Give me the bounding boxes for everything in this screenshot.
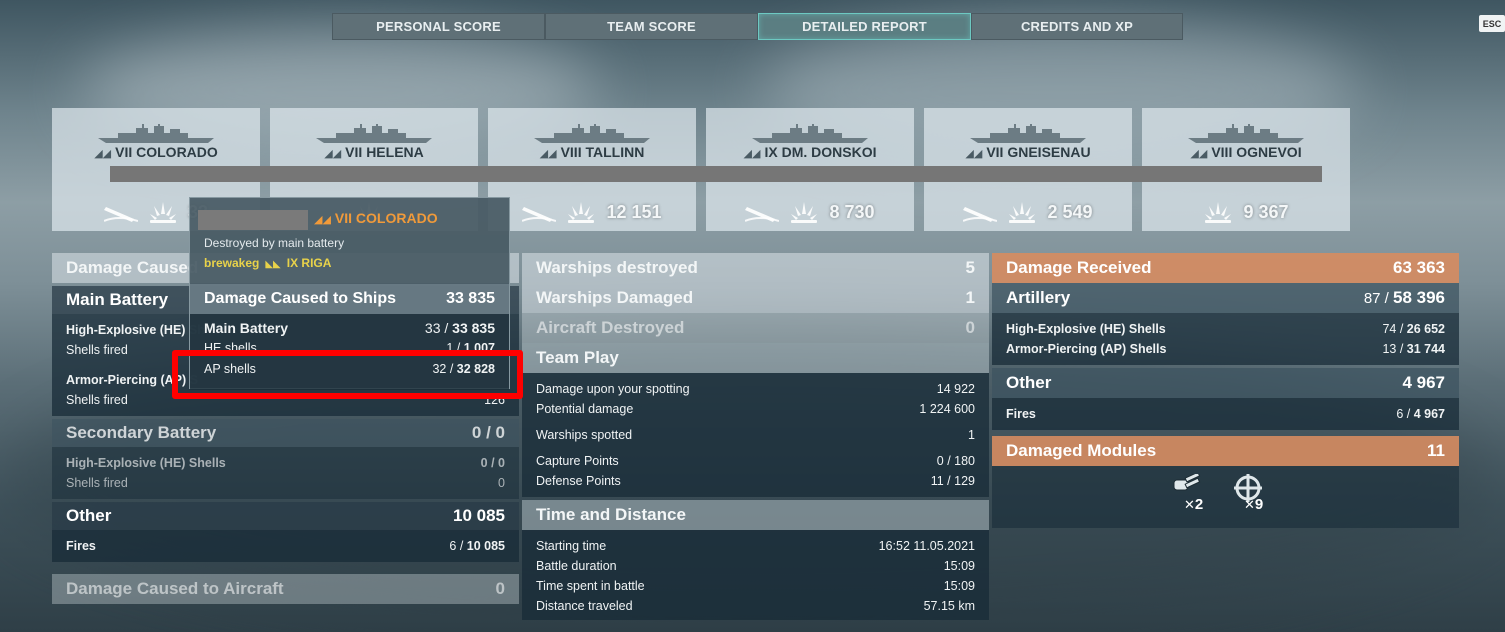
damaged-modules-header: Damaged Modules 11 (992, 436, 1459, 466)
damage-caused-aircraft-header: Damage Caused to Aircraft 0 (52, 574, 519, 604)
received-ap-row: Armor-Piercing (AP) Shells 13 / 31 744 (1006, 342, 1445, 356)
received-he-row: High-Explosive (HE) Shells 74 / 26 652 (1006, 322, 1445, 336)
tooltip-main-battery-row: Main Battery 33 / 33 835 (204, 320, 495, 336)
time-distance-header: Time and Distance (522, 500, 989, 530)
damage-splash-icon (1007, 200, 1037, 224)
main-battery-label: Main Battery (66, 290, 169, 309)
damage-caused-label: Damage Caused (66, 258, 199, 277)
capture-points-row: Capture Points 0 / 180 (536, 454, 975, 468)
killer-info: brewakeg ◣◣ IX RIGA (204, 256, 332, 270)
ship-stats: 12 151 (488, 200, 696, 224)
ship-damage-value: 8 730 (829, 201, 875, 222)
warships-spotted-row: Warships spotted 1 (536, 428, 975, 442)
ap-shells-highlight (172, 350, 523, 399)
ship-name: ◢◢ VII HELENA (324, 144, 424, 160)
ship-damage-value: 12 151 (606, 201, 662, 222)
secondary-he-row: High-Explosive (HE) Shells 0 / 0 (66, 456, 505, 470)
tab-team-score[interactable]: TEAM SCORE (545, 13, 758, 40)
received-other-header: Other 4 967 (992, 368, 1459, 398)
esc-button[interactable]: ESC (1479, 15, 1505, 32)
ship-damage-value: 9 367 (1243, 201, 1289, 222)
sunk-icon (745, 201, 780, 223)
redacted-player-name (198, 210, 308, 230)
ship-name: ◢◢ IX DM. DONSKOI (743, 144, 877, 160)
ship-name: ◢◢ VIII TALLINN (539, 144, 645, 160)
aircraft-destroyed-row: Aircraft Destroyed 0 (522, 313, 989, 343)
secondary-fired-row: Shells fired 0 (66, 476, 505, 490)
battle-stats-panel: Warships destroyed 5 Warships Damaged 1 Ai… (522, 253, 989, 620)
ship-stats: 2 549 (924, 200, 1132, 224)
damage-splash-icon (148, 200, 178, 224)
ship-name: ◢◢ VIII OGNEVOI (1190, 144, 1302, 160)
damage-received-panel: Damage Received 63 363 Artillery 87 / 58 3… (992, 253, 1459, 528)
other-header: Other 10 085 (52, 502, 519, 530)
tooltip-ship-name: ◢◢ VII COLORADO (314, 210, 438, 226)
ship-stats: 9 367 (1142, 200, 1350, 224)
damage-splash-icon (1203, 200, 1233, 224)
battle-duration-row: Battle duration 15:09 (536, 559, 975, 573)
spotting-damage-row: Damage upon your spotting 14 922 (536, 382, 975, 396)
tab-personal-score[interactable]: PERSONAL SCORE (332, 13, 545, 40)
ship-damage-value: 2 549 (1047, 201, 1093, 222)
artillery-header: Artillery 87 / 58 396 (992, 283, 1459, 313)
gun-module-count: ✕2 (1184, 496, 1204, 513)
warships-destroyed-row: Warships destroyed 5 (522, 253, 989, 283)
ship-name: ◢◢ VII GNEISENAU (965, 144, 1091, 160)
fire-control-count: ✕9 (1244, 496, 1264, 513)
destroyed-by-text: Destroyed by main battery (204, 236, 345, 250)
damage-splash-icon (566, 200, 596, 224)
starting-time-row: Starting time 16:52 11.05.2021 (536, 539, 975, 553)
redacted-player-names (110, 166, 1322, 182)
fires-row: Fires 6 / 10 085 (66, 539, 505, 553)
damage-received-header: Damage Received 63 363 (992, 253, 1459, 283)
potential-damage-row: Potential damage 1 224 600 (536, 402, 975, 416)
distance-row: Distance traveled 57.15 km (536, 599, 975, 613)
received-fires-row: Fires 6 / 4 967 (1006, 407, 1445, 421)
damage-splash-icon (789, 200, 819, 224)
time-in-battle-row: Time spent in battle 15:09 (536, 579, 975, 593)
secondary-battery-header: Secondary Battery 0 / 0 (52, 419, 519, 447)
team-play-header: Team Play (522, 343, 989, 373)
tab-detailed-report[interactable]: DETAILED REPORT (758, 13, 971, 40)
tooltip-damage-header: Damage Caused to Ships 33 835 (190, 284, 509, 314)
ship-name: ◢◢ VII COLORADO (94, 144, 218, 160)
ship-stats: 8 730 (706, 200, 914, 224)
sunk-icon (522, 201, 557, 223)
defense-points-row: Defense Points 11 / 129 (536, 474, 975, 488)
tab-credits-and-xp[interactable]: CREDITS AND XP (971, 13, 1183, 40)
warships-damaged-row: Warships Damaged 1 (522, 283, 989, 313)
sunk-icon (963, 201, 998, 223)
sunk-icon (103, 201, 138, 223)
